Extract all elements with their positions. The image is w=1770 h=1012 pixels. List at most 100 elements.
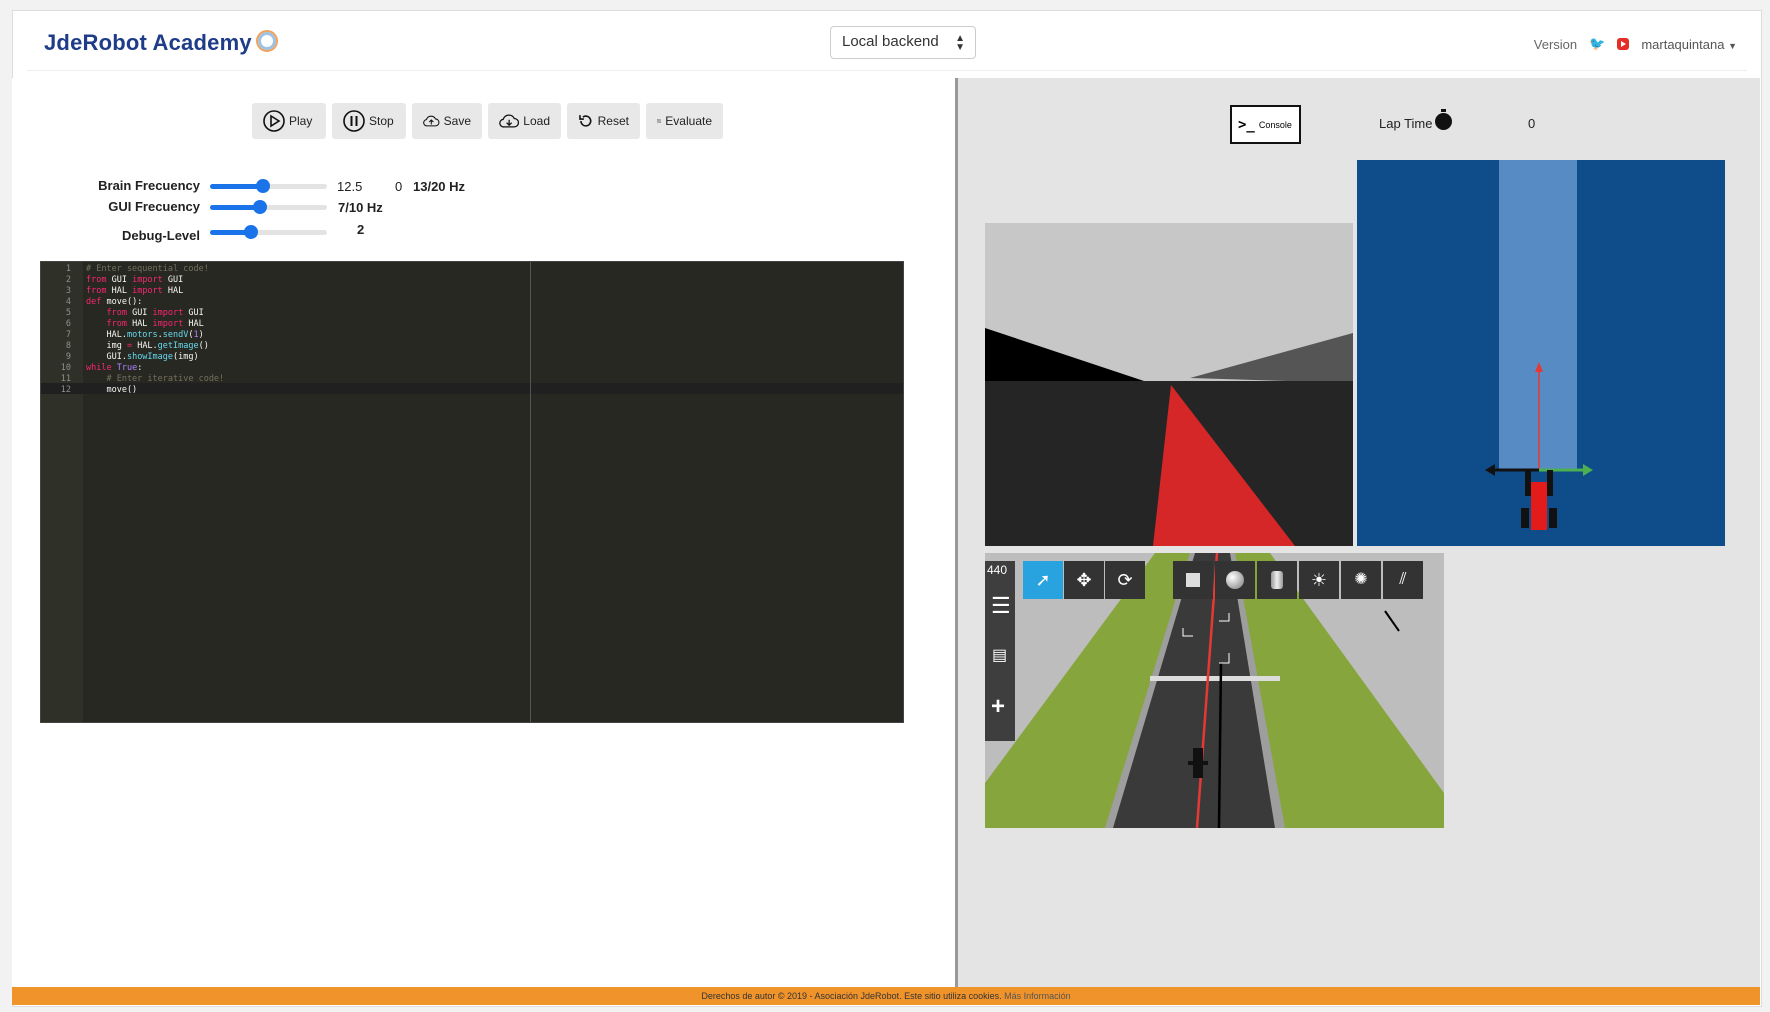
youtube-icon[interactable] xyxy=(1617,38,1630,50)
code-token: True xyxy=(116,363,138,373)
sim-shapes-toolbar: ☀ ✺ ⫽ xyxy=(1173,561,1423,599)
lap-time-label: Lap Time xyxy=(1379,116,1433,131)
brain-frequency-rate: 13/20 Hz xyxy=(413,179,466,194)
code-token: () xyxy=(198,341,209,351)
code-editor[interactable]: 1 # Enter sequential code! 2 from GUI impor… xyxy=(40,261,904,723)
line-number: 2 xyxy=(65,275,71,285)
gui-frequency-slider[interactable] xyxy=(210,200,327,214)
code-token: def xyxy=(86,297,102,307)
code-token: GUI xyxy=(106,275,133,285)
more-info-link[interactable]: Más Información xyxy=(1004,991,1071,1001)
line-code: from GUI import GUI xyxy=(86,275,183,286)
cloud-download-icon xyxy=(499,114,520,128)
line-code: from HAL import HAL xyxy=(86,319,204,330)
code-token: HAL xyxy=(183,319,204,329)
footer: Derechos de autor © 2019 - Asociación Jd… xyxy=(12,987,1760,1005)
code-token: import xyxy=(152,319,184,329)
debug-level-label: Debug-Level xyxy=(121,228,200,243)
print-margin xyxy=(530,262,531,722)
code-token: GUI. xyxy=(86,352,127,362)
line-number: 6 xyxy=(65,319,71,329)
select-arrows-icon: ▲ ▼ xyxy=(955,33,965,53)
brain-measured-value: 0 xyxy=(395,179,403,194)
reset-button[interactable]: Reset xyxy=(567,103,640,139)
line-code: def move(): xyxy=(86,297,142,308)
brain-frequency-value: 12.5 xyxy=(337,179,363,194)
simulation-view: 440 ☰ ▤ + ➚ ✥ ⟳ ☀ ✺ ⫽ xyxy=(985,553,1444,828)
nav-right: Version 🐦 martaquintana ▼ xyxy=(1534,36,1737,52)
navbar: JdeRobot Academy Local backend ▲ ▼ Version… xyxy=(27,14,1747,71)
save-button[interactable]: Save xyxy=(412,103,482,139)
code-token: # Enter sequential code! xyxy=(86,264,209,274)
code-token: import xyxy=(132,286,163,296)
brain-frequency-label: Brain Frecuency xyxy=(98,178,200,193)
camera-view xyxy=(985,223,1353,546)
cylinder-icon[interactable] xyxy=(1257,561,1297,599)
brain-frequency-slider[interactable] xyxy=(210,179,327,193)
line-number: 5 xyxy=(65,308,71,318)
debug-level-slider[interactable] xyxy=(210,225,327,239)
directional-light-icon[interactable]: ⫽ xyxy=(1383,561,1423,599)
version-link[interactable]: Version xyxy=(1534,37,1577,52)
gui-frequency-knob[interactable] xyxy=(253,200,268,214)
code-token: getImage xyxy=(157,341,199,351)
box-icon[interactable] xyxy=(1173,561,1213,599)
menu-icon[interactable]: ☰ xyxy=(991,595,1011,617)
line-code: from HAL import HAL xyxy=(86,286,183,297)
point-light-icon[interactable]: ☀ xyxy=(1299,561,1339,599)
debug-level-knob[interactable] xyxy=(243,225,258,239)
brain-frequency-knob[interactable] xyxy=(255,179,270,193)
line-code: GUI.showImage(img) xyxy=(86,352,199,363)
brand[interactable]: JdeRobot Academy xyxy=(44,30,278,56)
reset-label: Reset xyxy=(597,114,629,128)
code-token: GUI xyxy=(162,275,184,285)
code-token: HAL xyxy=(106,286,133,296)
code-token: (img) xyxy=(173,352,199,362)
code-token: showImage xyxy=(126,352,174,362)
line-code: # Enter iterative code! xyxy=(86,374,224,385)
console-button[interactable]: >_ Console xyxy=(1230,105,1301,144)
load-button[interactable]: Load xyxy=(488,103,561,139)
user-menu[interactable]: martaquintana ▼ xyxy=(1641,37,1737,52)
code-token: import xyxy=(132,275,163,285)
stop-button[interactable]: Stop xyxy=(332,103,406,139)
code-token: HAL. xyxy=(132,341,158,351)
rotate-icon[interactable]: ⟳ xyxy=(1105,561,1145,599)
line-code: from GUI import GUI xyxy=(86,308,204,319)
line-code: while True: xyxy=(86,363,142,374)
code-token: from xyxy=(86,319,127,329)
code-token: ) xyxy=(198,330,204,340)
line-code: # Enter sequential code! xyxy=(86,264,209,275)
code-token: HAL. xyxy=(86,330,127,340)
play-button[interactable]: Play xyxy=(252,103,326,139)
console-label: Console xyxy=(1258,119,1292,130)
backend-select[interactable]: Local backend ▲ ▼ xyxy=(830,26,976,59)
evaluate-label: Evaluate xyxy=(665,114,712,128)
load-label: Load xyxy=(523,114,550,128)
brand-title[interactable]: JdeRobot Academy xyxy=(44,30,252,55)
list-icon[interactable]: ▤ xyxy=(992,645,1007,665)
line-code: img = HAL.getImage() xyxy=(86,341,209,352)
spot-light-icon[interactable]: ✺ xyxy=(1341,561,1381,599)
select-icon[interactable]: ➚ xyxy=(1023,561,1063,599)
camera-image xyxy=(985,223,1353,546)
line-number: 7 xyxy=(65,330,71,340)
code-token: sendV xyxy=(162,330,189,340)
code-token: import xyxy=(152,308,184,318)
line-code: move() xyxy=(86,385,137,396)
sphere-icon[interactable] xyxy=(1215,561,1255,599)
backend-select-value: Local backend xyxy=(842,33,939,50)
code-token: : xyxy=(137,363,143,373)
translate-icon[interactable]: ✥ xyxy=(1064,561,1104,599)
left-panel: Play Stop Save Load Reset Evaluate Brain… xyxy=(12,78,958,987)
stopwatch-icon xyxy=(1435,109,1452,130)
stop-label: Stop xyxy=(369,114,394,128)
code-token: GUI xyxy=(183,308,204,318)
code-token: img xyxy=(86,341,127,351)
twitter-icon[interactable]: 🐦 xyxy=(1589,36,1605,52)
pause-icon xyxy=(343,110,365,132)
add-icon[interactable]: + xyxy=(991,695,1005,719)
evaluate-button[interactable]: Evaluate xyxy=(646,103,723,139)
line-number: 1 xyxy=(65,264,71,274)
line-code: HAL.motors.sendV(1) xyxy=(86,330,204,341)
